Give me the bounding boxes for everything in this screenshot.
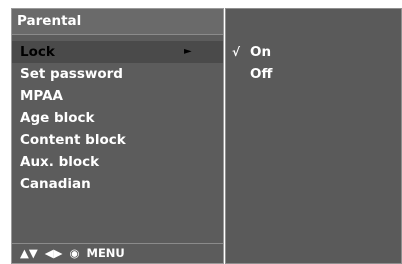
navigation-footer: ▲▼ ◀▶ ◉ MENU (12, 243, 223, 263)
menu-item-label: Set password (20, 66, 123, 82)
parental-menu-panel: Parental Lock ► Set password MPAA Age bl… (11, 8, 224, 264)
navigation-hints: ▲▼ ◀▶ ◉ MENU (20, 246, 128, 260)
menu-list: Lock ► Set password MPAA Age block Conte… (12, 41, 223, 195)
option-off[interactable]: Off (226, 63, 401, 85)
option-label: Off (250, 66, 273, 82)
menu-item-aux-block[interactable]: Aux. block (12, 151, 223, 173)
menu-item-label: Lock (20, 44, 55, 60)
option-on[interactable]: √ On (226, 41, 401, 63)
menu-item-set-password[interactable]: Set password (12, 63, 223, 85)
menu-item-canadian[interactable]: Canadian (12, 173, 223, 195)
menu-item-mpaa[interactable]: MPAA (12, 85, 223, 107)
option-label: On (250, 44, 272, 60)
menu-item-label: Aux. block (20, 154, 100, 170)
menu-item-content-block[interactable]: Content block (12, 129, 223, 151)
menu-item-label: Age block (20, 110, 95, 126)
option-list: √ On Off (226, 41, 401, 85)
left-right-arrows-icon: ◀▶ (44, 246, 63, 260)
menu-item-age-block[interactable]: Age block (12, 107, 223, 129)
panel-title-bar: Parental (12, 9, 223, 35)
menu-item-label: Content block (20, 132, 126, 148)
play-arrow-icon: ► (184, 46, 192, 57)
page-title: Parental (17, 13, 82, 29)
check-icon: √ (232, 45, 241, 59)
lock-options-panel: √ On Off (225, 8, 402, 264)
menu-item-lock[interactable]: Lock ► (12, 41, 223, 63)
tv-menu-screen: Parental Lock ► Set password MPAA Age bl… (0, 0, 402, 264)
menu-item-label: MPAA (20, 88, 63, 104)
menu-item-label: Canadian (20, 176, 91, 192)
menu-label: MENU (86, 246, 125, 260)
ok-circle-icon: ◉ (69, 246, 80, 260)
up-down-arrows-icon: ▲▼ (20, 246, 38, 260)
